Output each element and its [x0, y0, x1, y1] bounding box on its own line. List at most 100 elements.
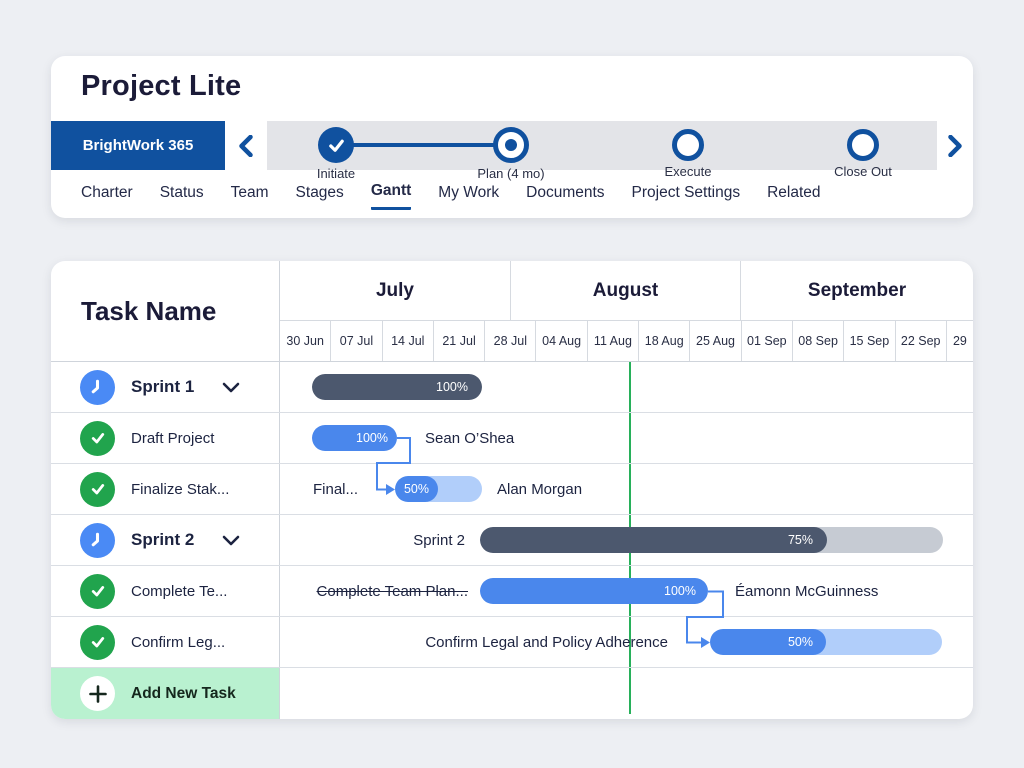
tab-related[interactable]: Related — [767, 180, 820, 209]
gantt-bar-progress: 100% — [312, 374, 482, 400]
task-label: Sprint 2 — [131, 530, 194, 550]
progress-percent-label: 50% — [404, 482, 429, 496]
month-header-row: JulyAugustSeptember — [280, 261, 973, 321]
week-header-cell: 14 Jul — [383, 321, 434, 361]
gantt-bar-progress: 100% — [480, 578, 708, 604]
check-icon — [80, 625, 115, 660]
week-header-cell: 07 Jul — [331, 321, 382, 361]
chevron-down-icon[interactable] — [222, 535, 240, 546]
week-header-cell: 15 Sep — [844, 321, 895, 361]
chevron-left-icon — [238, 135, 254, 157]
add-new-task-label: Add New Task — [131, 685, 236, 703]
stage-current-dot — [505, 139, 517, 151]
gantt-header: Task Name JulyAugustSeptember 30 Jun07 J… — [51, 261, 973, 362]
tab-status[interactable]: Status — [160, 180, 204, 209]
task-row-finalize-stak-: Finalize Stak... Final... 50% Alan Morgan — [51, 464, 973, 515]
stage-circle-icon — [847, 129, 879, 161]
tab-charter[interactable]: Charter — [81, 180, 133, 209]
week-header-cell: 28 Jul — [485, 321, 536, 361]
check-icon — [80, 421, 115, 456]
clock-icon — [80, 523, 115, 558]
week-header-cell: 25 Aug — [690, 321, 741, 361]
progress-percent-label: 75% — [788, 533, 813, 547]
page-title: Project Lite — [81, 70, 241, 103]
project-header-card: Project Lite BrightWork 365 InitiatePlan… — [51, 56, 973, 218]
progress-percent-label: 100% — [356, 431, 388, 445]
add-new-task-timeline-cell — [280, 668, 973, 719]
month-header-august: August — [511, 261, 741, 321]
gantt-bar[interactable]: 50% — [395, 476, 482, 502]
brightwork-365-button[interactable]: BrightWork 365 — [51, 121, 225, 170]
gantt-bar-progress: 50% — [710, 629, 826, 655]
week-header-cell: 11 Aug — [588, 321, 639, 361]
task-cell[interactable]: Draft Project — [51, 413, 280, 463]
week-header-cell: 30 Jun — [280, 321, 331, 361]
task-timeline-cell: 100% — [280, 362, 973, 412]
progress-percent-label: 100% — [664, 584, 696, 598]
week-header-cell: 04 Aug — [536, 321, 587, 361]
gantt-bar-progress: 50% — [395, 476, 438, 502]
progress-percent-label: 100% — [436, 380, 468, 394]
progress-percent-label: 50% — [788, 635, 813, 649]
add-new-task-button[interactable]: Add New Task — [51, 668, 280, 719]
task-cell[interactable]: Complete Te... — [51, 566, 280, 616]
task-row-complete-te-: Complete Te... Complete Team Plan...100%É… — [51, 566, 973, 617]
week-header-cell: 18 Aug — [639, 321, 690, 361]
add-new-task-row: Add New Task — [51, 668, 973, 719]
task-row-confirm-leg-: Confirm Leg...Confirm Legal and Policy A… — [51, 617, 973, 668]
task-row-draft-project: Draft Project 100% Sean O’Shea — [51, 413, 973, 464]
task-timeline-cell: Final... 50% Alan Morgan — [280, 464, 973, 514]
month-header-july: July — [280, 261, 511, 321]
task-timeline-cell: Sprint 2 75% — [280, 515, 973, 565]
timeline-header: JulyAugustSeptember 30 Jun07 Jul14 Jul21… — [280, 261, 973, 361]
task-label: Complete Te... — [131, 583, 227, 600]
bar-task-name-label: Final... — [280, 464, 358, 515]
check-icon — [80, 472, 115, 507]
gantt-bar[interactable]: 100% — [312, 425, 397, 451]
task-cell[interactable]: Finalize Stak... — [51, 464, 280, 514]
project-tab-bar: Charter Status Team Stages Gantt My Work Docum… — [81, 170, 821, 218]
tab-team[interactable]: Team — [231, 180, 269, 209]
week-header-cell: 08 Sep — [793, 321, 844, 361]
clock-icon — [80, 370, 115, 405]
chevron-right-icon — [947, 135, 963, 157]
task-label: Finalize Stak... — [131, 481, 229, 498]
stage-circle-icon — [493, 127, 529, 163]
task-label: Sprint 1 — [131, 377, 194, 397]
task-timeline-cell: 100% Sean O’Shea — [280, 413, 973, 463]
tab-project-settings[interactable]: Project Settings — [632, 180, 741, 209]
week-header-cell: 29 — [947, 321, 973, 361]
stage-nav-next-button[interactable] — [937, 121, 973, 170]
task-cell[interactable]: Sprint 2 — [51, 515, 280, 565]
bar-task-name-label: Sprint 2 — [280, 515, 465, 566]
task-label: Draft Project — [131, 430, 214, 447]
task-timeline-cell: Complete Team Plan...100%Éamonn McGuinne… — [280, 566, 973, 616]
tab-documents[interactable]: Documents — [526, 180, 604, 209]
stage-tracker: BrightWork 365 InitiatePlan (4 mo)Execut… — [51, 121, 973, 170]
gantt-bar[interactable]: 100% — [480, 578, 708, 604]
gantt-bar[interactable]: 100% — [312, 374, 482, 400]
month-header-september: September — [741, 261, 973, 321]
stage-circle-icon — [672, 129, 704, 161]
bar-task-name-label: Confirm Legal and Policy Adherence — [280, 617, 668, 668]
gantt-bar[interactable]: 50% — [710, 629, 942, 655]
check-icon — [80, 574, 115, 609]
gantt-card: Task Name JulyAugustSeptember 30 Jun07 J… — [51, 261, 973, 719]
task-cell[interactable]: Sprint 1 — [51, 362, 280, 412]
task-timeline-cell: Confirm Legal and Policy Adherence 50% — [280, 617, 973, 667]
gantt-bar-progress: 75% — [480, 527, 827, 553]
week-header-cell: 01 Sep — [742, 321, 793, 361]
task-name-column-header: Task Name — [51, 261, 280, 361]
gantt-bar-progress: 100% — [312, 425, 397, 451]
assignee-label: Alan Morgan — [497, 464, 582, 515]
gantt-body: Sprint 1 100% Draft Project 100% Sean O’Shea… — [51, 362, 973, 719]
task-cell[interactable]: Confirm Leg... — [51, 617, 280, 667]
task-row-sprint-2: Sprint 2 Sprint 2 75% — [51, 515, 973, 566]
chevron-down-icon[interactable] — [222, 382, 240, 393]
tab-gantt[interactable]: Gantt — [371, 178, 411, 210]
gantt-bar[interactable]: 75% — [480, 527, 943, 553]
tab-stages[interactable]: Stages — [296, 180, 344, 209]
task-row-sprint-1: Sprint 1 100% — [51, 362, 973, 413]
tab-my-work[interactable]: My Work — [438, 180, 499, 209]
assignee-label: Sean O’Shea — [425, 413, 514, 464]
